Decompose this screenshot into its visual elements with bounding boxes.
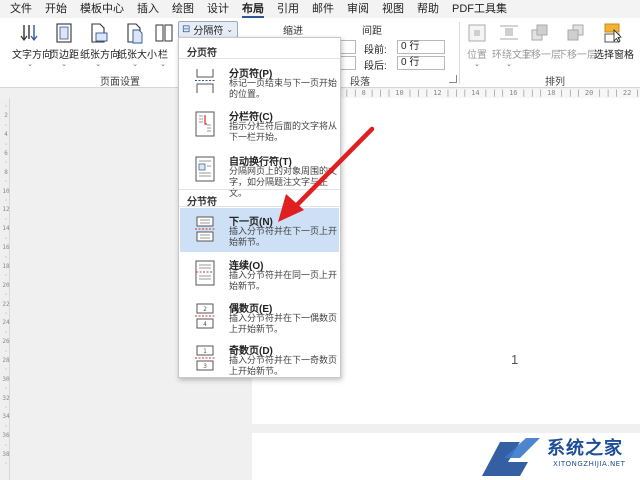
divider — [179, 58, 340, 59]
indent-label: 缩进 — [283, 26, 303, 37]
breaks-button[interactable]: ⊟ 分隔符 ⌄ — [178, 21, 238, 38]
spacing-before-input[interactable]: 0 行 — [397, 40, 445, 54]
paragraph-dialog-launcher-icon[interactable] — [449, 75, 457, 83]
bring-forward-button[interactable]: 上移一层 — [521, 22, 561, 61]
paper-size-icon — [127, 23, 143, 44]
menu-help[interactable]: 帮助 — [417, 0, 439, 18]
chevron-down-icon: ⌄ — [160, 61, 166, 68]
breaks-icon: ⊟ — [182, 24, 191, 35]
text-wrapping-icon — [195, 156, 215, 182]
chevron-down-icon: ⌄ — [506, 61, 512, 68]
paragraph-group-label: 段落 — [350, 77, 370, 88]
page-number: 1 — [511, 352, 519, 367]
spacing-label: 间距 — [362, 26, 382, 37]
odd-page-desc: 插入分节符并在下一奇数页上开始新节。 — [229, 355, 338, 376]
spacing-after-input[interactable]: 0 行 — [397, 56, 445, 70]
chevron-down-icon: ⌄ — [27, 61, 33, 68]
orientation-button[interactable]: 纸张方向 ⌄ — [80, 22, 120, 68]
position-icon — [468, 24, 486, 42]
svg-text:3: 3 — [203, 363, 207, 370]
menu-design[interactable]: 设计 — [207, 0, 229, 18]
menu-file[interactable]: 文件 — [10, 0, 32, 18]
columns-icon — [155, 24, 173, 42]
svg-text:4: 4 — [203, 321, 207, 328]
menu-insert[interactable]: 插入 — [137, 0, 159, 18]
spacing-before-label: 段前: — [364, 45, 387, 56]
next-page-icon — [195, 216, 215, 242]
breaks-label: 分隔符 — [193, 26, 224, 37]
position-button[interactable]: 位置 ⌄ — [462, 22, 492, 68]
menu-template-center[interactable]: 模板中心 — [80, 0, 124, 18]
text-direction-label: 文字方向 — [12, 50, 52, 61]
bring-forward-icon — [531, 24, 548, 41]
menu-review[interactable]: 审阅 — [347, 0, 369, 18]
chevron-down-icon: ⌄ — [95, 61, 101, 68]
columns-label: 栏 — [158, 50, 168, 61]
menu-view[interactable]: 视图 — [382, 0, 404, 18]
size-label: 纸张大小 — [117, 50, 157, 61]
send-backward-icon — [567, 24, 584, 41]
menu-draw[interactable]: 绘图 — [172, 0, 194, 18]
arrange-group-label: 排列 — [545, 77, 565, 88]
menu-pdf-tools[interactable]: PDF工具集 — [452, 0, 507, 18]
spacing-after-label: 段后: — [364, 61, 387, 72]
menu-bar: 文件 开始 模板中心 插入 绘图 设计 布局 引用 邮件 审阅 视图 帮助 PD… — [0, 0, 640, 18]
column-break-icon — [195, 111, 215, 137]
page-break-option[interactable]: 分页符(P) 标记一页结束与下一页开始的位置。 — [180, 60, 339, 104]
svg-text:1: 1 — [203, 348, 207, 355]
wrap-text-icon — [500, 25, 518, 40]
orientation-label: 纸张方向 — [80, 50, 120, 61]
margins-button[interactable]: 页边距 ⌄ — [49, 22, 79, 68]
even-page-option[interactable]: 2 4 偶数页(E) 插入分节符并在下一偶数页上开始新节。 — [180, 295, 339, 339]
odd-page-icon: 1 3 — [195, 345, 215, 371]
text-direction-icon — [20, 25, 38, 41]
send-backward-button[interactable]: 下移一层 — [557, 22, 597, 61]
odd-page-option[interactable]: 1 3 奇数页(D) 插入分节符并在下一奇数页上开始新节。 — [180, 337, 339, 381]
bring-forward-label: 上移一层 — [521, 50, 561, 61]
menu-home[interactable]: 开始 — [45, 0, 67, 18]
selection-pane-label: 选择窗格 — [594, 50, 634, 61]
continuous-icon — [195, 260, 215, 286]
page-breaks-header: 分页符 — [187, 48, 217, 59]
vertical-ruler-ticks: · 2 · 4 · 6 · 8 · 10 · 12 · 14 · 16 · 18 · 20 · 22 · 24 · 26 · 28 · 3… — [2, 103, 10, 468]
continuous-option[interactable]: 连续(O) 插入分节符并在同一页上开始新节。 — [180, 252, 339, 296]
even-page-desc: 插入分节符并在下一偶数页上开始新节。 — [229, 313, 338, 334]
chevron-down-icon: ⌄ — [61, 61, 67, 68]
even-page-icon: 2 4 — [195, 303, 215, 329]
selection-pane-icon — [604, 23, 622, 43]
page-setup-group-label: 页面设置 — [100, 77, 140, 88]
text-direction-button[interactable]: 文字方向 ⌄ — [12, 22, 52, 68]
continuous-desc: 插入分节符并在同一页上开始新节。 — [229, 270, 338, 291]
svg-text:2: 2 — [203, 306, 207, 313]
annotation-arrow-icon — [278, 126, 375, 222]
page-break-icon — [195, 69, 215, 93]
menu-mailings[interactable]: 邮件 — [312, 0, 334, 18]
position-label: 位置 — [467, 50, 487, 61]
indent-left-input[interactable] — [340, 40, 356, 54]
chevron-down-icon: ⌄ — [132, 61, 138, 68]
columns-button[interactable]: 栏 ⌄ — [153, 22, 173, 68]
orientation-icon — [91, 23, 108, 43]
vertical-ruler[interactable]: · 2 · 4 · 6 · 8 · 10 · 12 · 14 · 16 · 18 · 20 · 22 · 24 · 26 · 28 · 3… — [0, 98, 10, 480]
watermark-subtitle: XITONGZHIJIA.NET — [553, 460, 626, 468]
page-break-desc: 标记一页结束与下一页开始的位置。 — [229, 78, 338, 99]
chevron-down-icon: ⌄ — [474, 61, 480, 68]
size-button[interactable]: 纸张大小 ⌄ — [117, 22, 157, 68]
chevron-down-icon: ⌄ — [226, 25, 234, 34]
group-separator — [459, 22, 460, 84]
watermark-title: 系统之家 — [547, 438, 623, 459]
indent-right-input[interactable] — [340, 56, 356, 70]
send-backward-label: 下移一层 — [557, 50, 597, 61]
menu-references[interactable]: 引用 — [277, 0, 299, 18]
selection-pane-button[interactable]: 选择窗格 — [594, 22, 634, 61]
menu-layout[interactable]: 布局 — [242, 0, 264, 18]
margins-icon — [56, 23, 72, 43]
margins-label: 页边距 — [49, 50, 79, 61]
